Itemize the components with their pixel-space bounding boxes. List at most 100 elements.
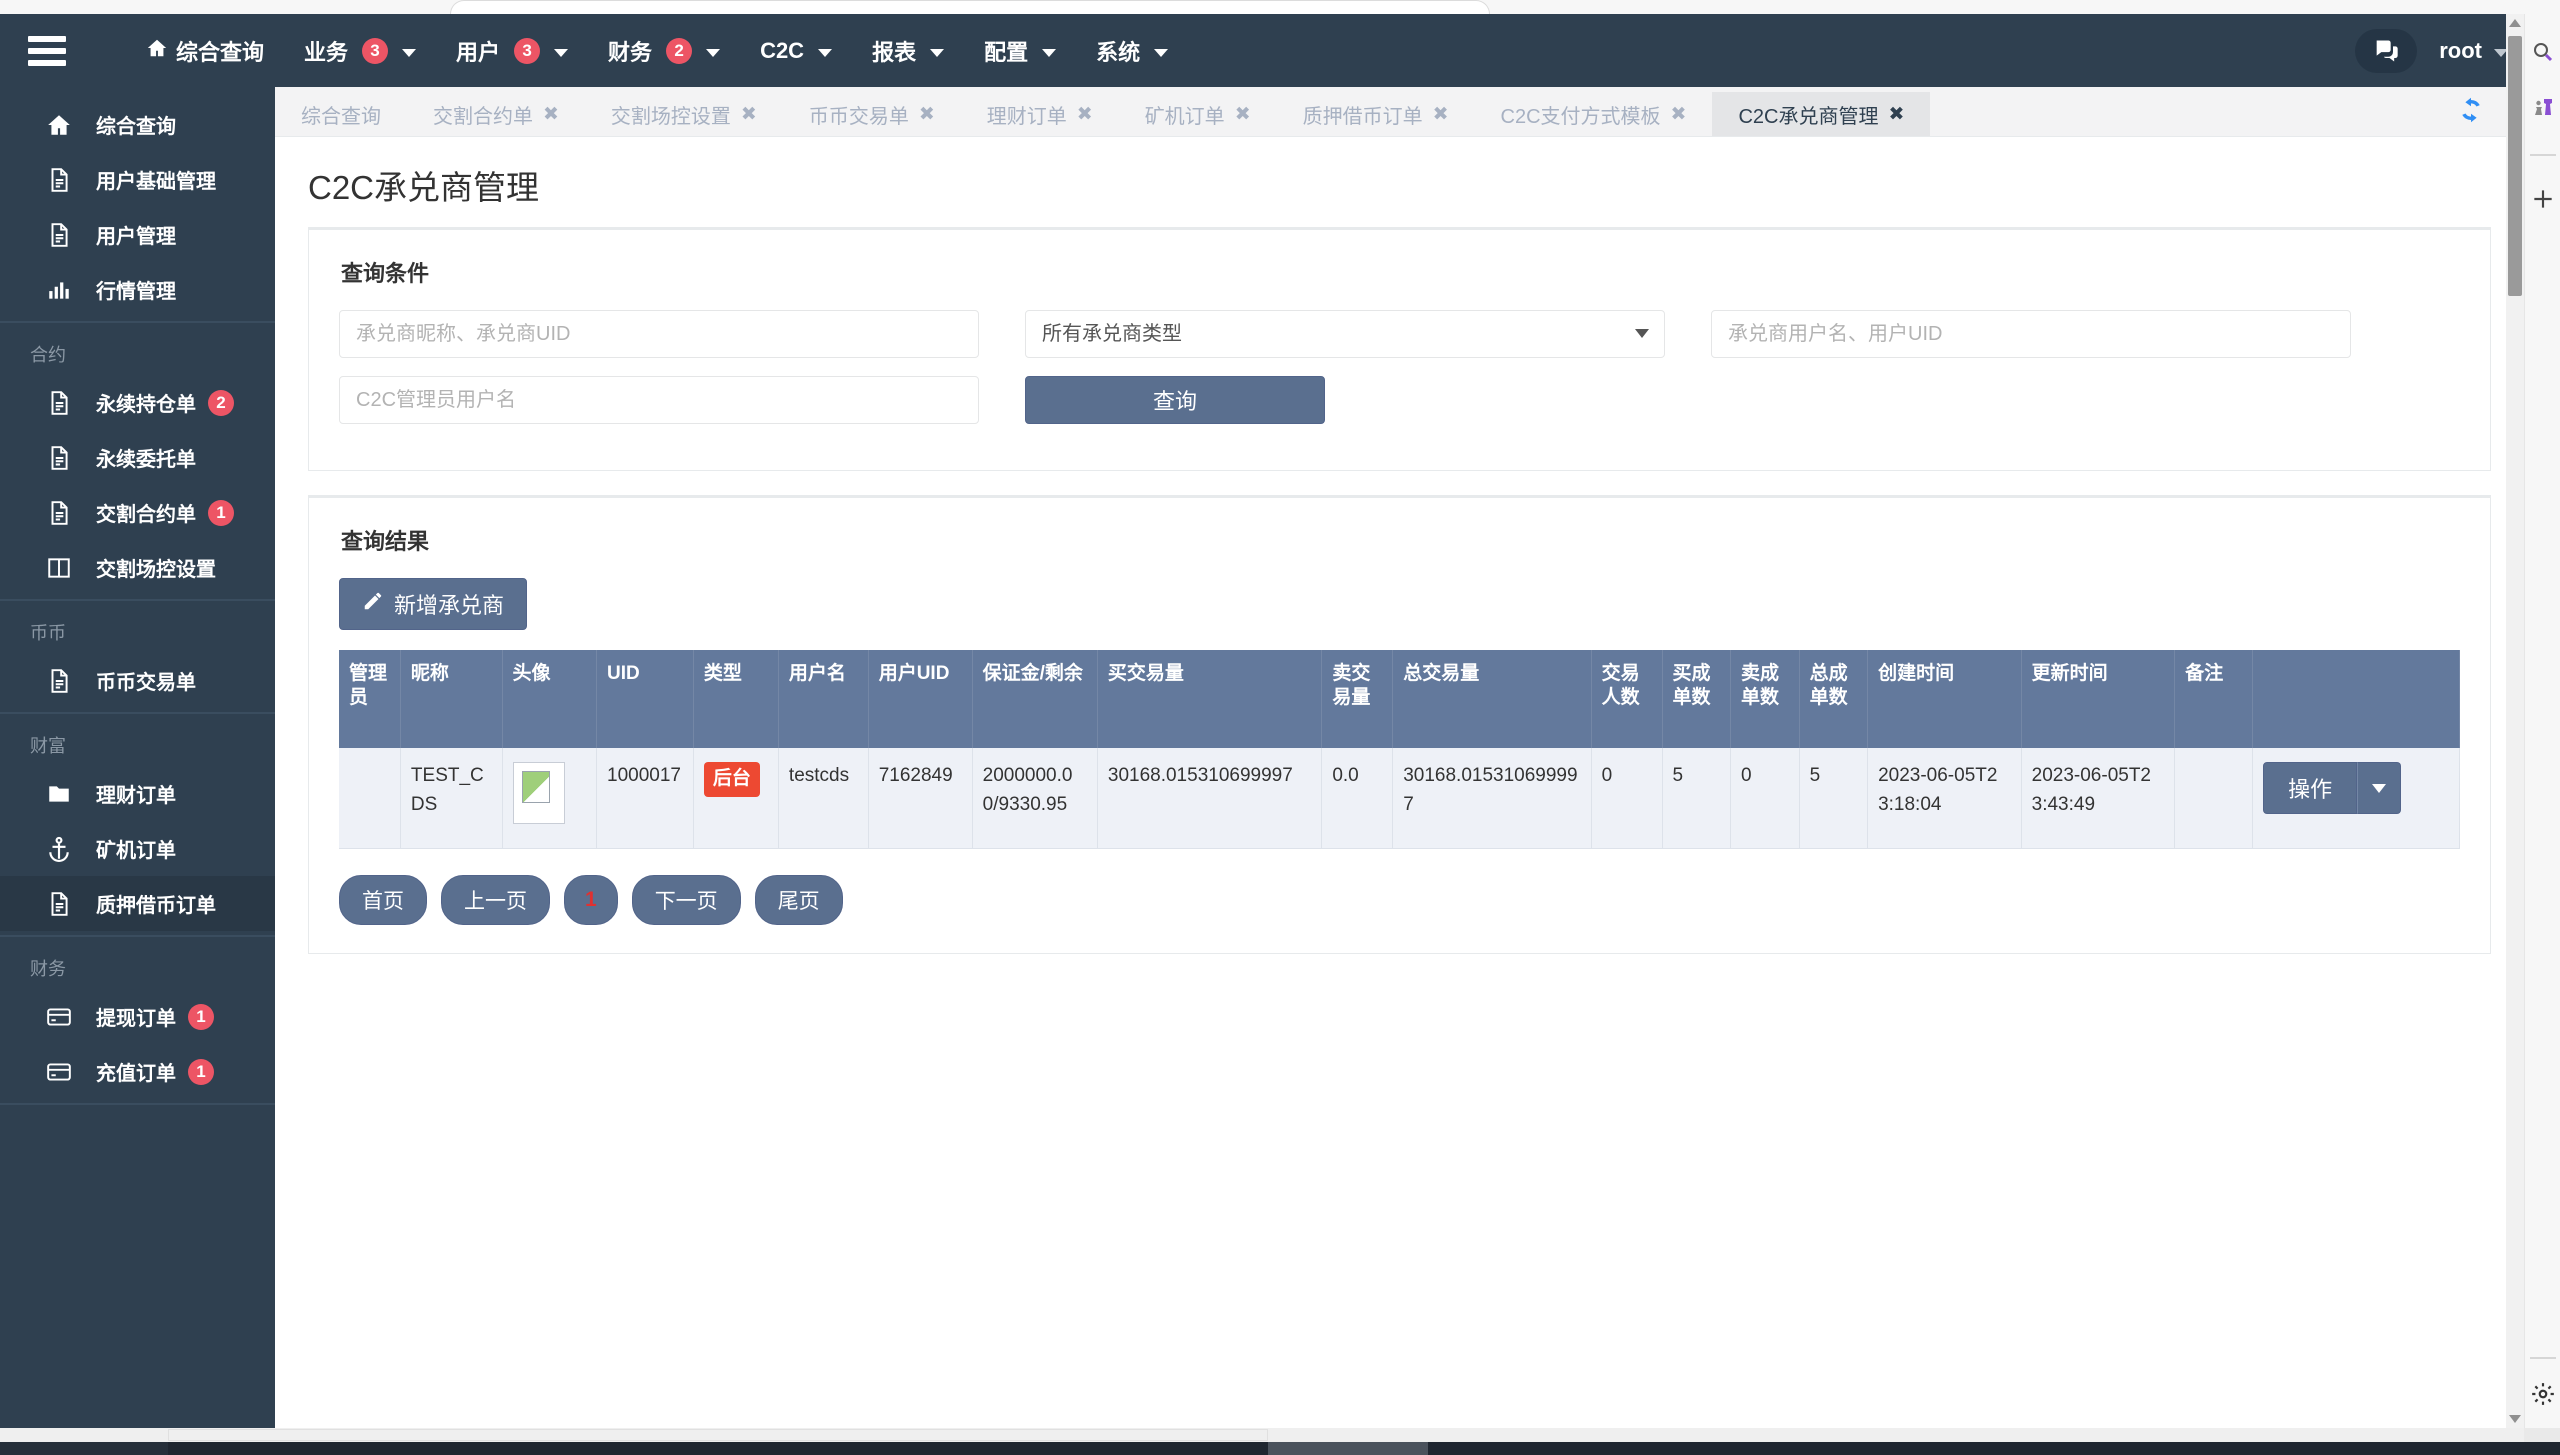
pagination-next[interactable]: 下一页 (631, 874, 741, 925)
sidebar-item-jiegeheyuedan[interactable]: 交割合约单 1 (0, 485, 275, 540)
close-icon[interactable]: ✖ (1888, 103, 1904, 126)
col-avatar: 头像 (502, 650, 598, 748)
nav-item-baobiao[interactable]: 报表 (852, 14, 964, 87)
close-icon[interactable]: ✖ (1433, 103, 1449, 126)
sidebar-item-zonghechaxun[interactable]: 综合查询 (0, 97, 275, 152)
nav-item-yewu[interactable]: 业务 3 (284, 14, 436, 87)
col-nickname: 昵称 (400, 650, 503, 748)
user-name-label: root (2439, 37, 2482, 63)
tab-strip: 综合查询 交割合约单 ✖ 交割场控设置 ✖ 币币交易单 ✖ 理财订单 ✖ 矿机订… (275, 87, 2524, 137)
admin-search-input[interactable] (339, 376, 979, 424)
merchant-search-input[interactable] (339, 310, 979, 358)
nav-item-c2c[interactable]: C2C (740, 14, 852, 87)
chat-bubbles-icon[interactable] (2355, 28, 2418, 73)
home-icon (146, 37, 168, 65)
sidebar-item-hangqingguanli[interactable]: 行情管理 (0, 262, 275, 317)
sidebar-item-yonghuguanli[interactable]: 用户管理 (0, 207, 275, 262)
col-update-time: 更新时间 (2021, 650, 2176, 748)
close-icon[interactable]: ✖ (1671, 103, 1687, 126)
sidebar-item-yongxuchicangdan[interactable]: 永续持仓单 2 (0, 375, 275, 430)
chevron-down-icon (930, 48, 945, 57)
col-trade-users: 交易人数 (1591, 650, 1663, 748)
sidebar-item-label: 用户基础管理 (96, 171, 216, 193)
sidebar-item-jiegechangkongshezhi[interactable]: 交割场控设置 (0, 540, 275, 595)
nav-item-xitong[interactable]: 系统 (1076, 14, 1188, 87)
pagination-current-page[interactable]: 1 (564, 874, 618, 925)
close-icon[interactable]: ✖ (1235, 103, 1251, 126)
col-type: 类型 (693, 650, 779, 748)
sidebar-item-kuangjidingdan[interactable]: 矿机订单 (0, 821, 275, 876)
sidebar-item-bibijiaoyidan[interactable]: 币币交易单 (0, 653, 275, 708)
chess-pieces-icon[interactable] (2531, 95, 2555, 124)
cell-buy-orders: 5 (1662, 748, 1732, 849)
tab-label: C2C承兑商管理 (1738, 105, 1879, 128)
tab-label: 综合查询 (301, 105, 381, 128)
gear-icon[interactable] (2530, 1381, 2556, 1412)
nav-item-caiwu[interactable]: 财务 2 (588, 14, 740, 87)
sidebar-group-title: 财富 (30, 736, 66, 756)
nav-item-yonghu[interactable]: 用户 3 (436, 14, 588, 87)
search-icon[interactable] (2531, 40, 2555, 69)
nav-badge: 3 (362, 37, 389, 64)
scroll-up-icon[interactable] (2506, 14, 2524, 32)
user-search-input[interactable] (1711, 310, 2351, 358)
cell-margin: 2000000.00/9330.95 (972, 748, 1098, 849)
search-panel: 查询条件 所有承兑商类型 查询 (308, 227, 2491, 471)
tab-zonghechaxun[interactable]: 综合查询 (275, 92, 407, 136)
close-icon[interactable]: ✖ (741, 103, 757, 126)
cell-nickname: TEST_CDS (400, 748, 503, 849)
nav-item-zonghechaxun[interactable]: 综合查询 (126, 14, 284, 87)
sidebar-group-title: 财务 (30, 959, 66, 979)
nav-item-label: C2C (760, 37, 805, 63)
sidebar-item-chongzhidingdan[interactable]: 充值订单 1 (0, 1044, 275, 1099)
nav-item-label: 财务 (608, 39, 653, 65)
close-icon[interactable]: ✖ (1077, 103, 1093, 126)
query-button[interactable]: 查询 (1025, 376, 1325, 424)
status-badge: 后台 (703, 762, 760, 797)
sidebar-item-zhiyajiebidingdan[interactable]: 质押借币订单 (0, 876, 275, 931)
menu-icon[interactable] (0, 14, 93, 87)
vertical-scrollbar[interactable] (2506, 14, 2524, 1428)
sidebar-item-yongxuweituodan[interactable]: 永续委托单 (0, 430, 275, 485)
tab-jiegeheyuedan[interactable]: 交割合约单 ✖ (407, 92, 585, 136)
tab-jiegechangkongshezhi[interactable]: 交割场控设置 ✖ (585, 92, 783, 136)
pagination-prev[interactable]: 上一页 (441, 874, 550, 925)
pagination-last[interactable]: 尾页 (754, 874, 843, 925)
tab-bibijiaoyidan[interactable]: 币币交易单 ✖ (783, 92, 961, 136)
sidebar-item-yonghujichuguanli[interactable]: 用户基础管理 (0, 152, 275, 207)
pencil-icon (362, 590, 384, 618)
tab-kuangjidingdan[interactable]: 矿机订单 ✖ (1119, 92, 1277, 136)
tab-c2czhifufangshimoban[interactable]: C2C支付方式模板 ✖ (1475, 92, 1713, 136)
nav-item-peizhi[interactable]: 配置 (964, 14, 1076, 87)
close-icon[interactable]: ✖ (919, 103, 935, 126)
file-icon (46, 167, 80, 193)
col-total-orders: 总成单数 (1799, 650, 1869, 748)
sidebar-item-tixiandingdan[interactable]: 提现订单 1 (0, 989, 275, 1044)
tab-c2cchengduishangguanli[interactable]: C2C承兑商管理 ✖ (1712, 92, 1931, 136)
rail-divider (2529, 154, 2556, 156)
col-admin: 管理员 (339, 650, 401, 748)
sidebar-item-licaidingdan[interactable]: 理财订单 (0, 766, 275, 821)
add-merchant-button[interactable]: 新增承兑商 (339, 578, 528, 630)
plus-icon[interactable] (2530, 186, 2556, 217)
tab-licaidingdan[interactable]: 理财订单 ✖ (961, 92, 1119, 136)
screen: 综合查询 业务 3 用户 3 财务 2 C2C 报表 配置 系统 root 综合… (0, 0, 2560, 1455)
action-button[interactable]: 操作 (2263, 762, 2358, 814)
user-menu[interactable]: root (2439, 38, 2508, 64)
scrollbar-thumb[interactable] (2508, 36, 2522, 296)
close-icon[interactable]: ✖ (543, 103, 559, 126)
pagination-first[interactable]: 首页 (339, 874, 427, 925)
chevron-down-icon[interactable] (2357, 762, 2402, 814)
tab-label: 矿机订单 (1144, 105, 1225, 128)
nav-item-label: 业务 (304, 39, 349, 65)
merchant-type-select[interactable]: 所有承兑商类型 (1025, 310, 1665, 358)
col-create-time: 创建时间 (1867, 650, 2022, 748)
refresh-icon[interactable] (2456, 95, 2486, 130)
sidebar-item-label: 交割场控设置 (96, 559, 216, 581)
tab-zhiyajiebidingdan[interactable]: 质押借币订单 ✖ (1277, 92, 1475, 136)
horizontal-scrollbar[interactable] (0, 1428, 2524, 1442)
scrollbar-thumb[interactable] (168, 1429, 1268, 1441)
scroll-down-icon[interactable] (2506, 1410, 2524, 1428)
chart-bar-icon (46, 277, 80, 303)
sidebar-item-label: 永续委托单 (96, 449, 196, 471)
